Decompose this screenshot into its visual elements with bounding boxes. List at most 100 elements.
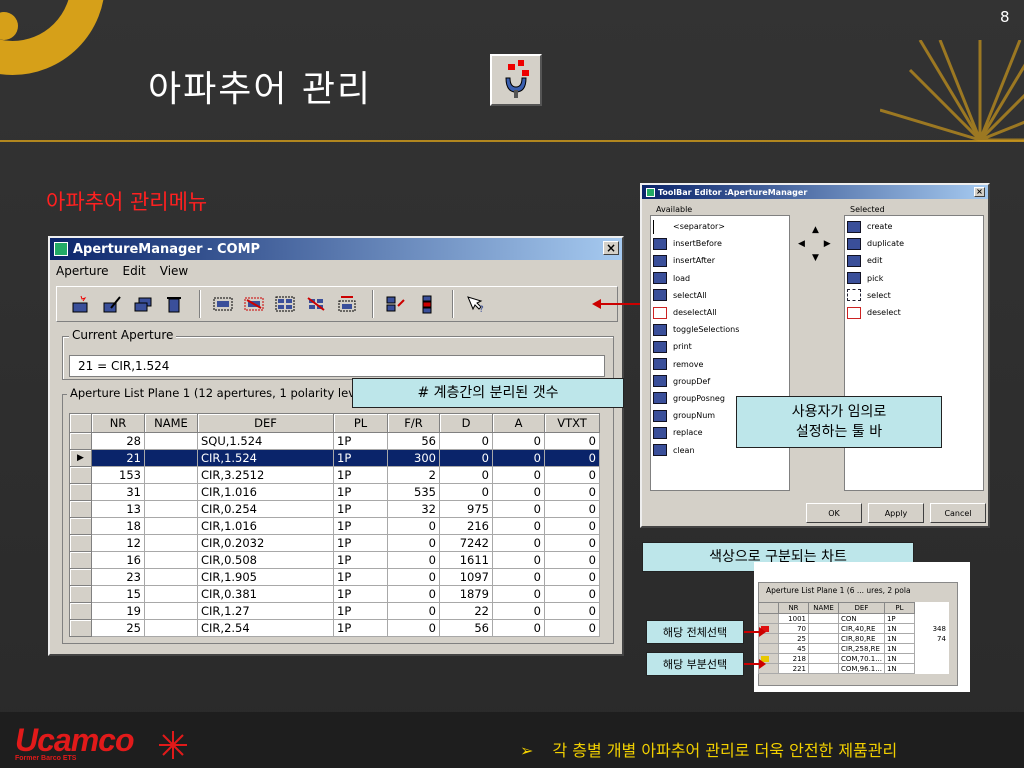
table-cell[interactable]: 32 bbox=[387, 500, 440, 518]
available-item[interactable]: deselectAll bbox=[651, 304, 789, 321]
table-cell[interactable]: 19 bbox=[91, 602, 145, 620]
menu-edit[interactable]: Edit bbox=[123, 264, 146, 278]
table-cell[interactable]: 2 bbox=[387, 466, 440, 484]
table-cell[interactable]: 0 bbox=[544, 466, 600, 484]
col-name[interactable]: NAME bbox=[144, 413, 198, 433]
apply-button[interactable]: Apply bbox=[868, 503, 924, 523]
table-cell[interactable]: 16 bbox=[91, 551, 145, 569]
selected-item[interactable]: pick bbox=[845, 270, 983, 287]
table-cell[interactable]: CIR,0.2032 bbox=[197, 534, 334, 552]
col-pl[interactable]: PL bbox=[333, 413, 388, 433]
available-item[interactable]: groupDef bbox=[651, 373, 789, 390]
cancel-button[interactable]: Cancel bbox=[930, 503, 986, 523]
table-row[interactable]: 25 CIR,2.54 1P 0 56 0 0 bbox=[69, 619, 600, 637]
table-cell[interactable]: 0 bbox=[492, 483, 545, 501]
table-cell[interactable]: 0 bbox=[387, 585, 440, 603]
table-cell[interactable]: 300 bbox=[387, 449, 440, 467]
clean-button[interactable] bbox=[413, 291, 441, 317]
row-header[interactable] bbox=[69, 517, 92, 535]
row-header[interactable] bbox=[69, 619, 92, 637]
table-cell[interactable]: 0 bbox=[492, 602, 545, 620]
duplicate-button[interactable] bbox=[129, 291, 157, 317]
table-cell[interactable]: CIR,1.905 bbox=[197, 568, 334, 586]
table-cell[interactable]: 1P bbox=[333, 568, 388, 586]
table-cell[interactable]: 0 bbox=[492, 619, 545, 637]
move-down-button[interactable]: ▼ bbox=[812, 253, 819, 263]
table-cell[interactable]: 56 bbox=[439, 619, 493, 637]
close-button[interactable]: × bbox=[603, 241, 619, 255]
row-header[interactable] bbox=[69, 568, 92, 586]
table-cell[interactable]: CIR,0.381 bbox=[197, 585, 334, 603]
selected-list[interactable]: create duplicate edit pick select deselect bbox=[844, 215, 984, 491]
table-row[interactable]: 31 CIR,1.016 1P 535 0 0 0 bbox=[69, 483, 600, 501]
col-def[interactable]: DEF bbox=[197, 413, 334, 433]
available-item[interactable]: insertAfter bbox=[651, 252, 789, 269]
table-cell[interactable]: CIR,3.2512 bbox=[197, 466, 334, 484]
table-cell[interactable]: CIR,1.016 bbox=[197, 517, 334, 535]
table-cell[interactable] bbox=[144, 619, 198, 637]
table-cell[interactable]: 0 bbox=[544, 568, 600, 586]
menu-aperture[interactable]: Aperture bbox=[56, 264, 109, 278]
table-cell[interactable]: 0 bbox=[492, 568, 545, 586]
table-cell[interactable]: 1097 bbox=[439, 568, 493, 586]
table-row[interactable]: 18 CIR,1.016 1P 0 216 0 0 bbox=[69, 517, 600, 535]
table-cell[interactable]: 0 bbox=[544, 585, 600, 603]
table-cell[interactable]: 0 bbox=[544, 449, 600, 467]
table-cell[interactable]: 1P bbox=[333, 500, 388, 518]
table-cell[interactable] bbox=[144, 517, 198, 535]
selected-item[interactable]: deselect bbox=[845, 304, 983, 321]
available-item[interactable]: selectAll bbox=[651, 287, 789, 304]
replace-button[interactable] bbox=[382, 291, 410, 317]
table-row[interactable]: 16 CIR,0.508 1P 0 1611 0 0 bbox=[69, 551, 600, 569]
table-cell[interactable]: 0 bbox=[544, 432, 600, 450]
available-item[interactable]: remove bbox=[651, 356, 789, 373]
table-cell[interactable]: 0 bbox=[492, 517, 545, 535]
table-cell[interactable]: 1P bbox=[333, 619, 388, 637]
table-row[interactable]: 153 CIR,3.2512 1P 2 0 0 0 bbox=[69, 466, 600, 484]
col-vtxt[interactable]: VTXT bbox=[544, 413, 600, 433]
table-cell[interactable]: 0 bbox=[387, 602, 440, 620]
table-cell[interactable]: 1P bbox=[333, 551, 388, 569]
table-row[interactable]: 19 CIR,1.27 1P 0 22 0 0 bbox=[69, 602, 600, 620]
table-cell[interactable]: 0 bbox=[492, 500, 545, 518]
table-cell[interactable] bbox=[144, 551, 198, 569]
pick-button[interactable]: ? bbox=[462, 291, 490, 317]
table-cell[interactable]: CIR,1.27 bbox=[197, 602, 334, 620]
table-cell[interactable]: 0 bbox=[492, 449, 545, 467]
available-item[interactable]: toggleSelections bbox=[651, 321, 789, 338]
table-cell[interactable]: 0 bbox=[387, 568, 440, 586]
table-cell[interactable]: CIR,1.524 bbox=[197, 449, 334, 467]
row-header[interactable] bbox=[69, 466, 92, 484]
table-cell[interactable]: 0 bbox=[387, 534, 440, 552]
edit-button[interactable] bbox=[98, 291, 126, 317]
selected-item[interactable]: create bbox=[845, 218, 983, 235]
table-cell[interactable] bbox=[144, 449, 198, 467]
table-cell[interactable]: CIR,0.508 bbox=[197, 551, 334, 569]
table-cell[interactable]: 1P bbox=[333, 534, 388, 552]
row-header[interactable] bbox=[69, 585, 92, 603]
table-cell[interactable]: 0 bbox=[492, 585, 545, 603]
table-row[interactable]: 15 CIR,0.381 1P 0 1879 0 0 bbox=[69, 585, 600, 603]
table-cell[interactable]: SQU,1.524 bbox=[197, 432, 334, 450]
table-cell[interactable]: 1P bbox=[333, 602, 388, 620]
table-cell[interactable]: 216 bbox=[439, 517, 493, 535]
create-button[interactable] bbox=[67, 291, 95, 317]
table-cell[interactable]: 1P bbox=[333, 483, 388, 501]
move-lr-buttons[interactable]: ◀ ▶ bbox=[798, 239, 839, 249]
editor-close-button[interactable]: × bbox=[974, 187, 985, 197]
table-cell[interactable]: 0 bbox=[439, 449, 493, 467]
select-button[interactable] bbox=[209, 291, 237, 317]
table-cell[interactable]: 31 bbox=[91, 483, 145, 501]
selected-item[interactable]: duplicate bbox=[845, 235, 983, 252]
table-cell[interactable]: 0 bbox=[544, 500, 600, 518]
table-cell[interactable] bbox=[144, 466, 198, 484]
table-row[interactable]: ▶ 21 CIR,1.524 1P 300 0 0 0 bbox=[69, 449, 600, 467]
available-item[interactable]: load bbox=[651, 270, 789, 287]
col-fr[interactable]: F/R bbox=[387, 413, 440, 433]
table-row[interactable]: 28 SQU,1.524 1P 56 0 0 0 bbox=[69, 432, 600, 450]
row-header[interactable] bbox=[69, 500, 92, 518]
table-cell[interactable]: 975 bbox=[439, 500, 493, 518]
table-cell[interactable]: 1P bbox=[333, 432, 388, 450]
col-d[interactable]: D bbox=[439, 413, 493, 433]
col-a[interactable]: A bbox=[492, 413, 545, 433]
